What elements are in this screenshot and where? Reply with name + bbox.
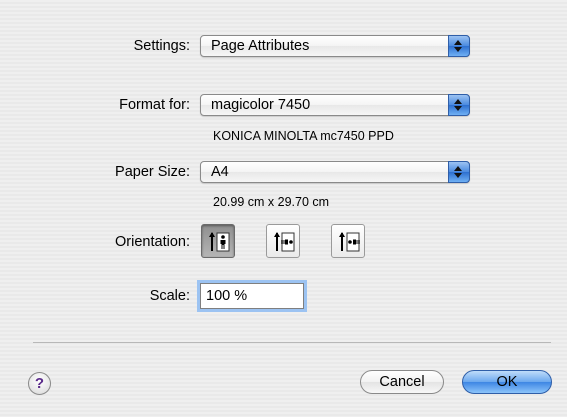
format-for-popup[interactable]: magicolor 7450 <box>200 94 470 116</box>
orientation-landscape-left-button[interactable] <box>266 224 300 258</box>
printer-description: KONICA MINOLTA mc7450 PPD <box>213 129 394 143</box>
orientation-landscape-right-button[interactable] <box>331 224 365 258</box>
settings-label: Settings: <box>133 38 190 54</box>
format-for-label: Format for: <box>119 97 190 113</box>
scale-field[interactable] <box>200 283 304 309</box>
scale-input[interactable] <box>206 287 298 305</box>
popup-arrows-icon <box>448 94 470 116</box>
help-button[interactable]: ? <box>28 372 51 395</box>
settings-popup[interactable]: Page Attributes <box>200 35 470 57</box>
landscape-left-orientation-icon <box>274 232 295 252</box>
landscape-right-orientation-icon <box>339 232 360 252</box>
popup-arrows-icon <box>448 161 470 183</box>
orientation-portrait-button[interactable] <box>201 224 235 258</box>
ok-button[interactable]: OK <box>462 370 552 394</box>
popup-arrows-icon <box>448 35 470 57</box>
page-setup-sheet: Settings: Page Attributes Format for: ma… <box>0 0 567 417</box>
portrait-orientation-icon <box>209 232 230 252</box>
cancel-button[interactable]: Cancel <box>360 370 444 394</box>
divider <box>33 342 551 343</box>
scale-label: Scale: <box>149 288 190 304</box>
paper-size-popup-value: A4 <box>211 164 229 180</box>
paper-dimensions: 20.99 cm x 29.70 cm <box>213 195 330 209</box>
help-icon: ? <box>34 375 45 392</box>
format-for-popup-value: magicolor 7450 <box>211 97 311 113</box>
orientation-label: Orientation: <box>115 234 190 250</box>
paper-size-popup[interactable]: A4 <box>200 161 470 183</box>
settings-popup-value: Page Attributes <box>211 38 310 54</box>
paper-size-label: Paper Size: <box>115 164 190 180</box>
